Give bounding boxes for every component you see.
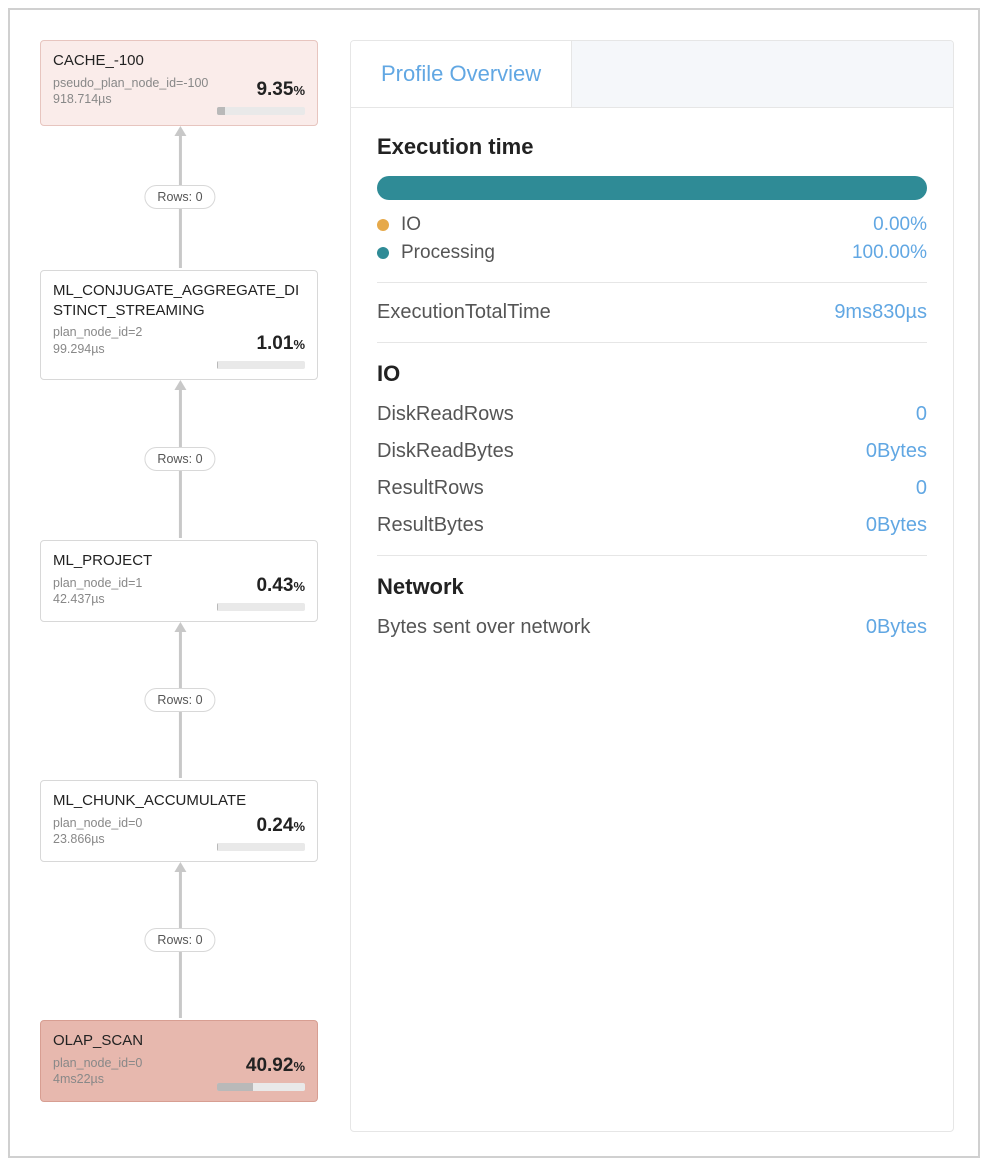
network-metric-label: Bytes sent over network bbox=[377, 616, 590, 639]
edge-line-icon bbox=[170, 471, 190, 538]
plan-node[interactable]: ML_PROJECTplan_node_id=142.437µs0.43% bbox=[40, 540, 318, 622]
legend-row: Processing 100.00% bbox=[377, 242, 927, 264]
plan-node-percent: 0.24% bbox=[256, 815, 305, 837]
plan-node-bar bbox=[217, 603, 305, 611]
tab-profile-overview[interactable]: Profile Overview bbox=[351, 41, 572, 107]
profile-overview-panel: Profile Overview Execution time IO 0.00% P… bbox=[350, 40, 954, 1132]
io-metric-label: ResultBytes bbox=[377, 514, 484, 537]
execution-total-time-value: 9ms830µs bbox=[834, 301, 927, 324]
edge-line-icon bbox=[170, 209, 190, 268]
io-metric-value: 0Bytes bbox=[866, 514, 927, 537]
plan-node-percent: 9.35% bbox=[256, 79, 305, 101]
legend-dot-icon bbox=[377, 219, 389, 231]
edge-line-icon bbox=[170, 712, 190, 778]
network-metric-row: Bytes sent over network 0Bytes bbox=[377, 616, 927, 639]
overview-body: Execution time IO0.00%Processing100.00% … bbox=[351, 108, 953, 679]
plan-node-bar bbox=[217, 361, 305, 369]
profile-panel: CACHE_-100pseudo_plan_node_id=-100918.71… bbox=[8, 8, 980, 1158]
edge-rows-pill: Rows: 0 bbox=[144, 447, 215, 471]
arrow-up-icon bbox=[170, 380, 190, 447]
network-metric-value: 0Bytes bbox=[866, 616, 927, 639]
edge-rows-pill: Rows: 0 bbox=[144, 185, 215, 209]
arrow-up-icon bbox=[170, 862, 190, 928]
execution-total-time-label: ExecutionTotalTime bbox=[377, 301, 551, 324]
plan-edge: Rows: 0 bbox=[144, 622, 215, 780]
plan-edge: Rows: 0 bbox=[144, 380, 215, 540]
legend-label: Processing bbox=[401, 242, 495, 264]
plan-edge: Rows: 0 bbox=[144, 126, 215, 270]
execution-time-bar bbox=[377, 176, 927, 200]
edge-rows-pill: Rows: 0 bbox=[144, 688, 215, 712]
divider bbox=[377, 282, 927, 283]
plan-graph-column: CACHE_-100pseudo_plan_node_id=-100918.71… bbox=[34, 40, 326, 1132]
arrow-up-icon bbox=[170, 126, 190, 185]
divider bbox=[377, 555, 927, 556]
plan-node[interactable]: ML_CHUNK_ACCUMULATEplan_node_id=023.866µ… bbox=[40, 780, 318, 862]
legend-value: 100.00% bbox=[852, 242, 927, 264]
io-metric-value: 0 bbox=[916, 477, 927, 500]
io-heading: IO bbox=[377, 361, 927, 387]
plan-node[interactable]: OLAP_SCANplan_node_id=04ms22µs40.92% bbox=[40, 1020, 318, 1102]
plan-node-bar bbox=[217, 1083, 305, 1091]
legend-row: IO 0.00% bbox=[377, 214, 927, 236]
legend-value: 0.00% bbox=[873, 214, 927, 236]
legend-dot-icon bbox=[377, 247, 389, 259]
plan-node-title: CACHE_-100 bbox=[53, 51, 305, 71]
io-metric-row: ResultBytes 0Bytes bbox=[377, 514, 927, 537]
plan-node-bar bbox=[217, 843, 305, 851]
legend-label: IO bbox=[401, 214, 421, 236]
edge-line-icon bbox=[170, 952, 190, 1018]
plan-node-percent: 0.43% bbox=[256, 575, 305, 597]
plan-node-bar bbox=[217, 107, 305, 115]
plan-graph: CACHE_-100pseudo_plan_node_id=-100918.71… bbox=[34, 40, 326, 1132]
execution-total-time-row: ExecutionTotalTime 9ms830µs bbox=[377, 301, 927, 324]
edge-rows-pill: Rows: 0 bbox=[144, 928, 215, 952]
plan-node-title: ML_PROJECT bbox=[53, 551, 305, 571]
plan-edge: Rows: 0 bbox=[144, 862, 215, 1020]
plan-node-title: OLAP_SCAN bbox=[53, 1031, 305, 1051]
plan-node-percent: 40.92% bbox=[246, 1055, 305, 1077]
io-metric-label: ResultRows bbox=[377, 477, 484, 500]
io-metric-row: ResultRows 0 bbox=[377, 477, 927, 500]
io-metric-value: 0 bbox=[916, 403, 927, 426]
plan-node-title: ML_CHUNK_ACCUMULATE bbox=[53, 791, 305, 811]
arrow-up-icon bbox=[170, 622, 190, 688]
io-metric-value: 0Bytes bbox=[866, 440, 927, 463]
io-metric-row: DiskReadBytes 0Bytes bbox=[377, 440, 927, 463]
plan-node[interactable]: ML_CONJUGATE_AGGREGATE_DISTINCT_STREAMIN… bbox=[40, 270, 318, 380]
plan-node-percent: 1.01% bbox=[256, 333, 305, 355]
network-heading: Network bbox=[377, 574, 927, 600]
divider bbox=[377, 342, 927, 343]
io-metric-label: DiskReadRows bbox=[377, 403, 514, 426]
plan-node[interactable]: CACHE_-100pseudo_plan_node_id=-100918.71… bbox=[40, 40, 318, 126]
plan-node-title: ML_CONJUGATE_AGGREGATE_DISTINCT_STREAMIN… bbox=[53, 281, 305, 320]
execution-time-heading: Execution time bbox=[377, 134, 927, 160]
io-metric-row: DiskReadRows 0 bbox=[377, 403, 927, 426]
tab-bar: Profile Overview bbox=[351, 41, 953, 108]
io-metric-label: DiskReadBytes bbox=[377, 440, 514, 463]
